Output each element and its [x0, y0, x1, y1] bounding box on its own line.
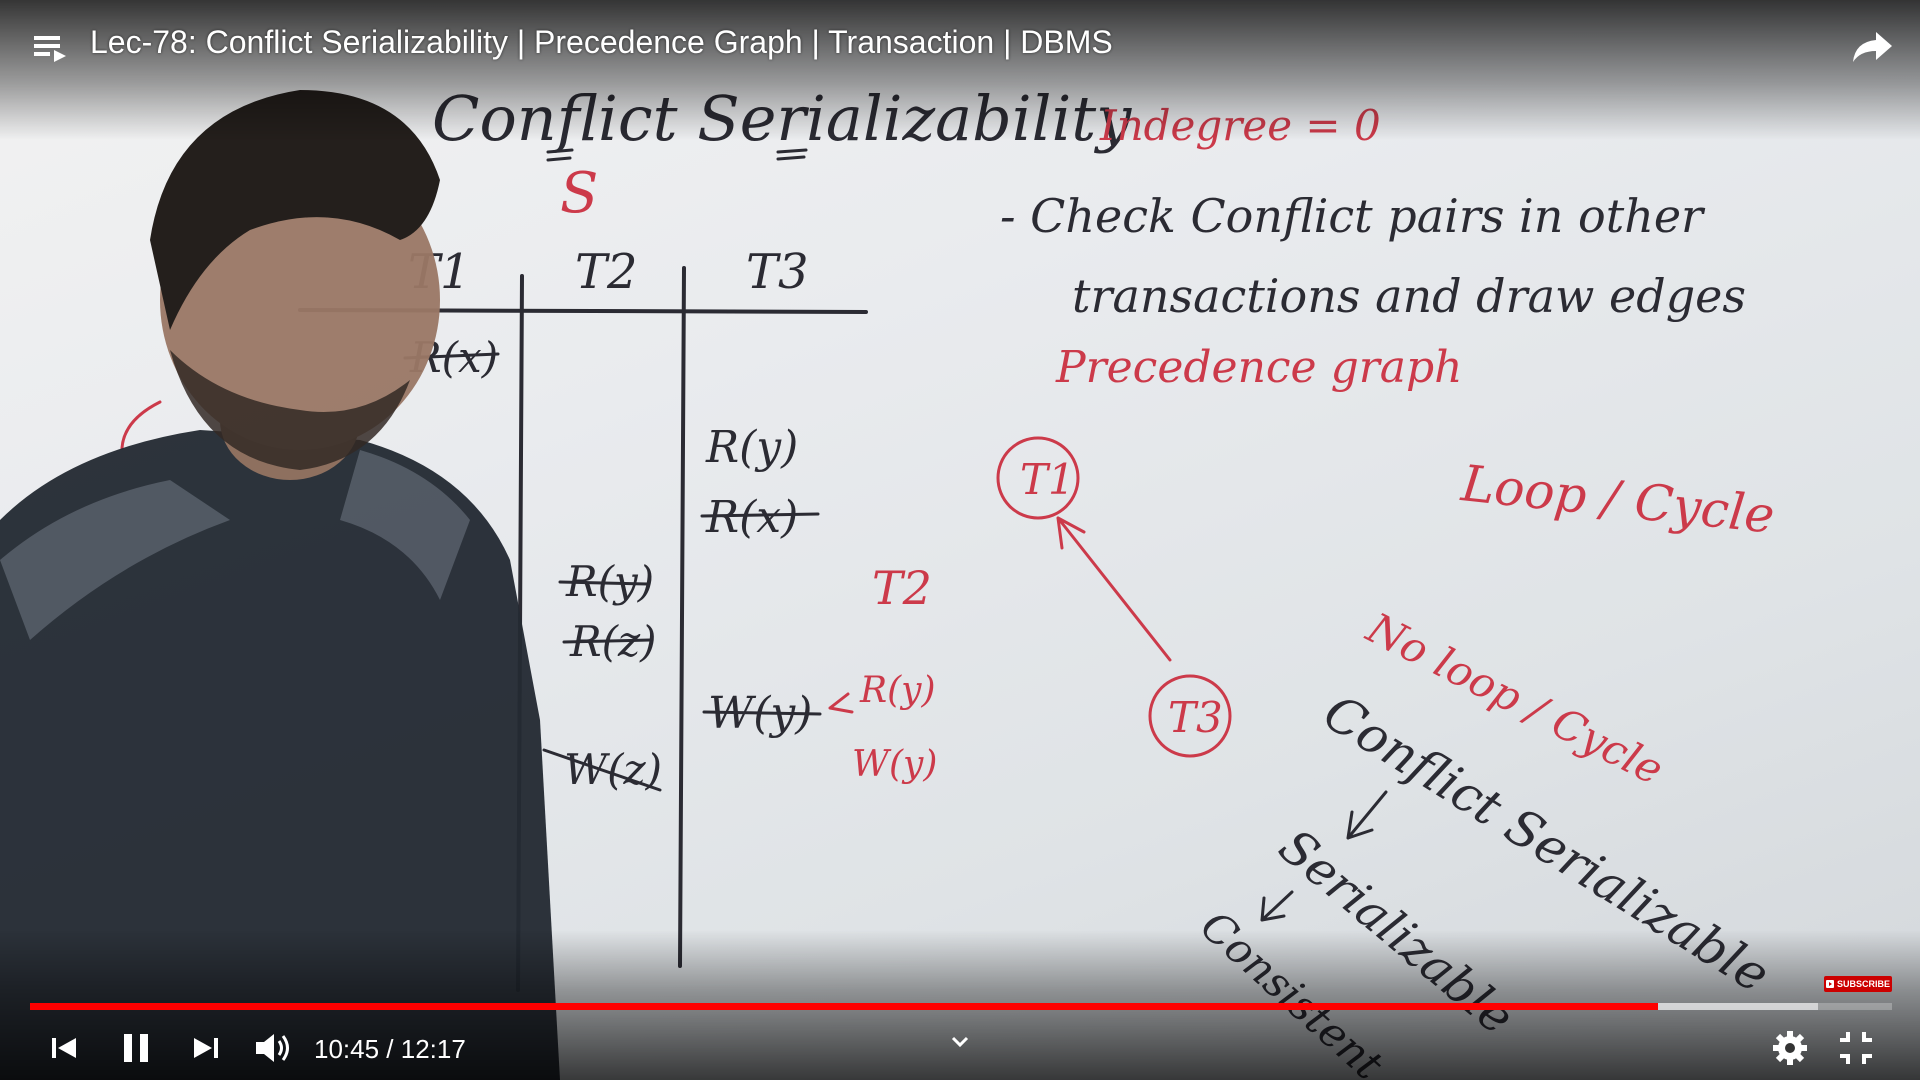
graph-node-t1: T1 [1020, 455, 1075, 504]
playlist-button[interactable] [30, 28, 70, 68]
margin-note-t2: T2 [872, 561, 932, 615]
conclusion-arrow-1 [1346, 790, 1388, 840]
t3-wy-arrow [828, 692, 854, 714]
graph-node-t3: T3 [1168, 693, 1223, 742]
margin-note-op-1: R(y) [859, 670, 936, 711]
gear-icon [1773, 1031, 1807, 1065]
time-display: 10:45 / 12:17 [314, 1034, 466, 1064]
progress-bar[interactable] [30, 1003, 1892, 1010]
column-t3: T3 [746, 244, 809, 300]
volume-button[interactable] [252, 1028, 294, 1068]
share-icon [1853, 32, 1892, 62]
step-line-1: - Check Conflict pairs in other [1000, 189, 1706, 243]
previous-button[interactable] [46, 1030, 82, 1066]
step-line-2: transactions and draw edges [1072, 269, 1746, 323]
t2-op-rz-strike [562, 638, 652, 644]
t3-op-ry: R(y) [705, 422, 798, 473]
graph-edge-t3-to-t1 [1056, 516, 1172, 662]
share-button[interactable] [1850, 26, 1894, 66]
video-title[interactable]: Lec-78: Conflict Serializability | Prece… [90, 24, 1113, 61]
exit-fullscreen-button[interactable] [1836, 1028, 1876, 1068]
next-button[interactable] [188, 1030, 224, 1066]
more-videos-button[interactable] [946, 1028, 974, 1056]
precedence-graph-label: Precedence graph [1055, 342, 1463, 393]
player-controls: 10:45 / 12:17 [0, 1020, 1920, 1080]
subscribe-watermark[interactable]: SUBSCRIBE [1824, 976, 1892, 992]
volume-icon [256, 1034, 289, 1062]
subscribe-label: SUBSCRIBE [1836, 979, 1890, 989]
youtube-logo-icon [1825, 980, 1834, 988]
t3-op-rx-strike [700, 512, 820, 518]
exit-fullscreen-icon [1840, 1032, 1872, 1064]
heading-sub-s: S [560, 161, 598, 226]
table-divider-2 [678, 266, 686, 968]
t3-op-rx: R(x) [705, 492, 798, 543]
video-frame[interactable]: Conflict Serializability S Indegree = 0 … [0, 0, 1920, 1080]
pause-button[interactable] [116, 1028, 156, 1068]
skip-next-icon [194, 1038, 218, 1058]
loop-cycle-label: Loop / Cycle [1458, 454, 1777, 545]
top-bar: Lec-78: Conflict Serializability | Prece… [0, 0, 1920, 90]
t2-op-ry-strike [558, 580, 650, 586]
pause-icon [124, 1034, 148, 1062]
margin-note-op-2: W(y) [852, 744, 937, 785]
t3-op-wy-strike [702, 710, 822, 716]
chevron-down-icon [951, 1036, 969, 1048]
whiteboard: Conflict Serializability S Indegree = 0 … [0, 82, 1780, 1080]
conclusion-arrow-2 [1260, 890, 1294, 922]
playlist-icon [34, 36, 66, 62]
progress-played [30, 1003, 1658, 1010]
skip-previous-icon [52, 1038, 76, 1058]
column-t2: T2 [575, 244, 638, 300]
settings-button[interactable] [1770, 1028, 1810, 1068]
